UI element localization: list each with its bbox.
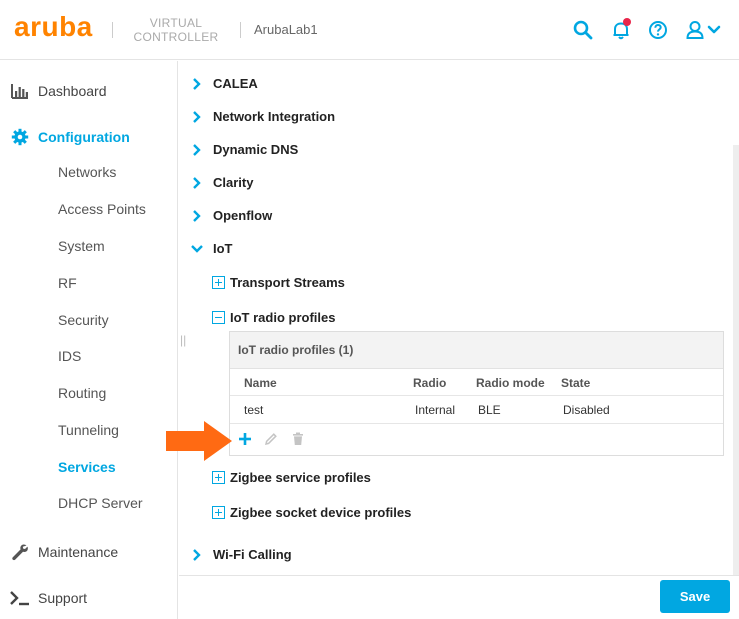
product-name-line1: VIRTUAL bbox=[149, 16, 203, 30]
expand-icon bbox=[212, 506, 225, 519]
section-label: Wi-Fi Calling bbox=[213, 547, 292, 562]
sidebar-item-access-points[interactable]: Access Points bbox=[58, 201, 146, 217]
expand-icon bbox=[212, 471, 225, 484]
search-icon[interactable] bbox=[571, 18, 595, 42]
nav-support[interactable]: Support bbox=[10, 588, 87, 608]
column-header-radio-mode[interactable]: Radio mode bbox=[476, 376, 545, 390]
section-label: Dynamic DNS bbox=[213, 142, 299, 157]
footer-bar bbox=[179, 575, 739, 619]
subsection-label: IoT radio profiles bbox=[230, 310, 336, 325]
gear-icon bbox=[10, 127, 30, 147]
chevron-right-icon bbox=[191, 176, 203, 189]
column-header-state[interactable]: State bbox=[561, 376, 590, 390]
subsection-label: Zigbee socket device profiles bbox=[230, 505, 412, 520]
sidebar-item-routing[interactable]: Routing bbox=[58, 385, 106, 401]
section-wifi-calling[interactable]: Wi-Fi Calling bbox=[191, 547, 292, 562]
section-label: Network Integration bbox=[213, 109, 336, 124]
section-label: CALEA bbox=[213, 76, 258, 91]
section-dynamic-dns[interactable]: Dynamic DNS bbox=[191, 142, 298, 157]
scrollbar[interactable] bbox=[733, 145, 739, 575]
bar-chart-icon bbox=[10, 81, 30, 101]
subsection-label: Transport Streams bbox=[230, 275, 345, 290]
divider bbox=[230, 423, 723, 424]
section-network-integration[interactable]: Network Integration bbox=[191, 109, 335, 124]
chevron-right-icon bbox=[191, 209, 203, 222]
section-label: IoT bbox=[213, 241, 233, 256]
chevron-right-icon bbox=[191, 110, 203, 123]
iot-radio-profiles-table: IoT radio profiles (1) Name Radio Radio … bbox=[229, 331, 724, 456]
cell-radio-mode: BLE bbox=[478, 403, 501, 417]
nav-configuration[interactable]: Configuration bbox=[10, 127, 130, 147]
help-icon[interactable] bbox=[646, 18, 670, 42]
section-clarity[interactable]: Clarity bbox=[191, 175, 253, 190]
header-divider bbox=[112, 22, 113, 38]
section-label: Openflow bbox=[213, 208, 273, 223]
nav-dashboard[interactable]: Dashboard bbox=[10, 81, 107, 101]
column-header-name[interactable]: Name bbox=[244, 376, 277, 390]
section-iot[interactable]: IoT bbox=[191, 241, 233, 256]
top-header: aruba VIRTUAL CONTROLLER ArubaLab1 bbox=[0, 0, 739, 60]
user-icon bbox=[686, 21, 721, 39]
nav-maintenance[interactable]: Maintenance bbox=[10, 542, 118, 562]
nav-configuration-label: Configuration bbox=[38, 129, 130, 145]
nav-support-label: Support bbox=[38, 590, 88, 606]
subsection-zigbee-service-profiles[interactable]: Zigbee service profiles bbox=[212, 470, 371, 485]
save-button[interactable]: Save bbox=[660, 580, 730, 613]
sidebar-item-services[interactable]: Services bbox=[58, 459, 116, 475]
edit-icon[interactable] bbox=[263, 431, 279, 447]
subsection-transport-streams[interactable]: Transport Streams bbox=[212, 275, 345, 290]
table-title: IoT radio profiles (1) bbox=[230, 332, 723, 369]
sidebar-item-dhcp-server[interactable]: DHCP Server bbox=[58, 495, 143, 511]
sidebar-item-ids[interactable]: IDS bbox=[58, 348, 81, 364]
chevron-right-icon bbox=[191, 548, 203, 561]
sidebar-item-tunneling[interactable]: Tunneling bbox=[58, 422, 119, 438]
nav-dashboard-label: Dashboard bbox=[38, 83, 107, 99]
wrench-icon bbox=[10, 542, 30, 562]
product-name: VIRTUAL CONTROLLER bbox=[132, 16, 220, 44]
aruba-logo: aruba bbox=[14, 11, 93, 42]
cell-radio: Internal bbox=[415, 403, 456, 417]
header-divider bbox=[240, 22, 241, 38]
notification-badge bbox=[623, 18, 631, 26]
arrow-annotation-icon bbox=[166, 421, 234, 464]
expand-icon bbox=[212, 276, 225, 289]
section-calea[interactable]: CALEA bbox=[191, 76, 258, 91]
sidebar-item-system[interactable]: System bbox=[58, 238, 105, 254]
sidebar-item-networks[interactable]: Networks bbox=[58, 164, 116, 180]
subsection-label: Zigbee service profiles bbox=[230, 470, 371, 485]
nav-maintenance-label: Maintenance bbox=[38, 544, 119, 560]
cell-state: Disabled bbox=[563, 403, 610, 417]
column-header-radio[interactable]: Radio bbox=[413, 376, 446, 390]
sidebar-resize-handle[interactable]: || bbox=[180, 333, 186, 347]
chevron-down-icon bbox=[191, 243, 203, 255]
terminal-icon bbox=[10, 588, 30, 608]
section-label: Clarity bbox=[213, 175, 254, 190]
sidebar-item-rf[interactable]: RF bbox=[58, 275, 77, 291]
table-row[interactable] bbox=[230, 396, 723, 423]
subsection-iot-radio-profiles[interactable]: IoT radio profiles bbox=[212, 310, 335, 325]
product-name-line2: CONTROLLER bbox=[133, 30, 219, 44]
section-openflow[interactable]: Openflow bbox=[191, 208, 272, 223]
sidebar: Dashboard Configuration Networks Access … bbox=[0, 61, 178, 619]
chevron-right-icon bbox=[191, 77, 203, 90]
notifications-icon[interactable] bbox=[609, 18, 633, 42]
cluster-name: ArubaLab1 bbox=[254, 22, 318, 37]
cell-name: test bbox=[244, 403, 264, 417]
user-menu[interactable] bbox=[686, 18, 722, 42]
delete-icon[interactable] bbox=[290, 431, 306, 447]
chevron-right-icon bbox=[191, 143, 203, 156]
sidebar-item-security[interactable]: Security bbox=[58, 312, 109, 328]
subsection-zigbee-socket-device-profiles[interactable]: Zigbee socket device profiles bbox=[212, 505, 411, 520]
add-icon[interactable] bbox=[237, 431, 253, 447]
collapse-icon bbox=[212, 311, 225, 324]
